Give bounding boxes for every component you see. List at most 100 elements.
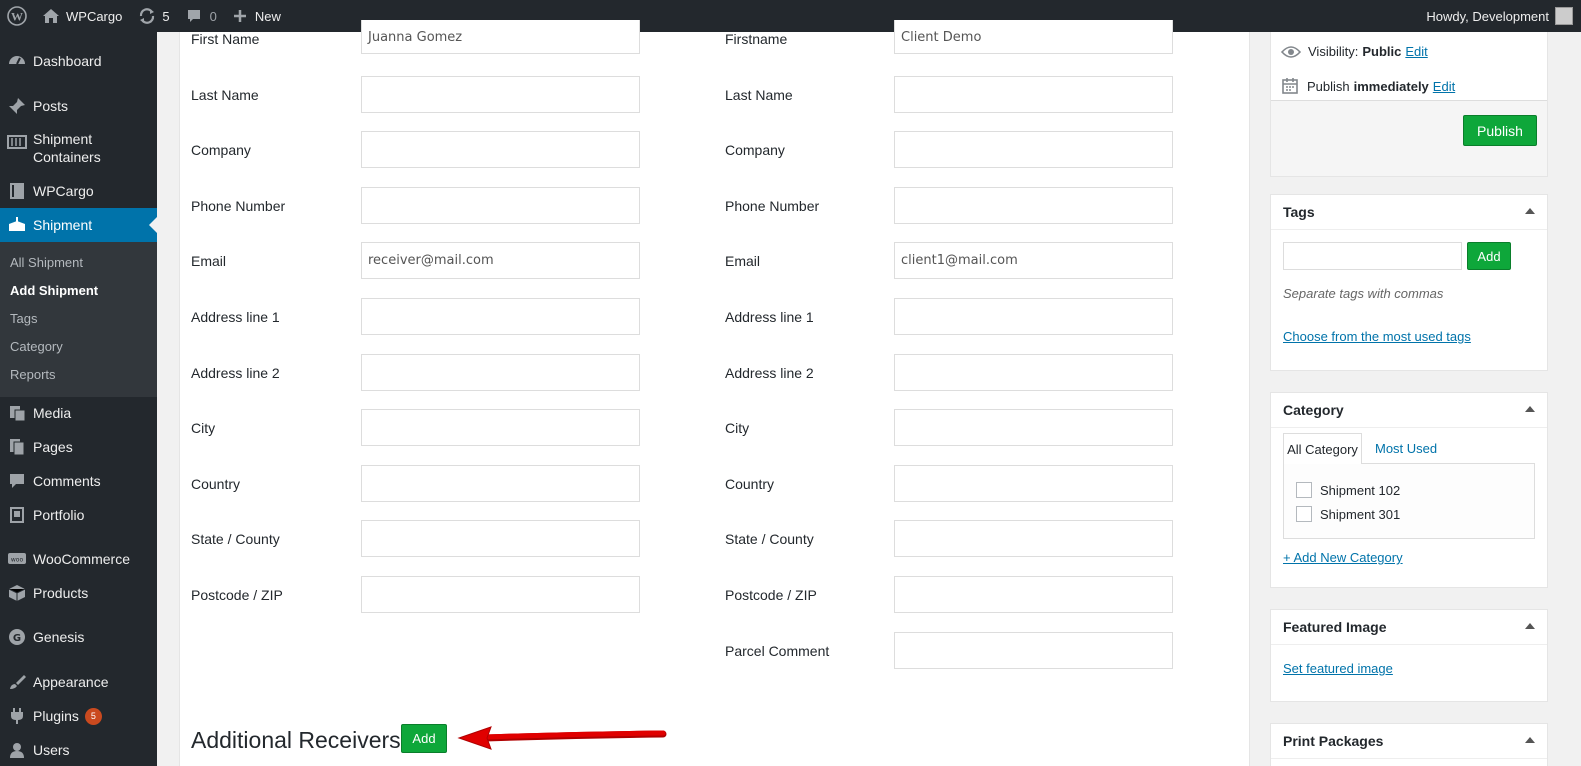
- site-name-link[interactable]: WPCargo: [34, 0, 130, 32]
- wordpress-logo-icon[interactable]: W: [0, 0, 34, 32]
- submenu-add-shipment[interactable]: Add Shipment: [10, 283, 98, 298]
- sidebar-item-pages[interactable]: Pages: [0, 430, 157, 464]
- sidebar-item-dashboard[interactable]: Dashboard: [0, 44, 157, 78]
- category-item[interactable]: Shipment 301: [1296, 506, 1400, 522]
- add-new-category-link[interactable]: + Add New Category: [1283, 550, 1403, 565]
- category-checkbox[interactable]: [1296, 482, 1312, 498]
- field-input[interactable]: [361, 298, 640, 335]
- field-label: Address line 2: [191, 364, 280, 381]
- publish-edit-link[interactable]: Edit: [1433, 79, 1455, 94]
- field-label: Country: [725, 475, 775, 492]
- account-menu[interactable]: Howdy, Development: [1418, 0, 1581, 32]
- collapse-arrow-icon[interactable]: [1525, 737, 1535, 743]
- field-input[interactable]: client1@mail.com: [894, 242, 1173, 280]
- field-input[interactable]: [894, 353, 1173, 391]
- sidebar-item-label: WooCommerce: [33, 551, 130, 567]
- add-tag-button[interactable]: Add: [1467, 242, 1511, 270]
- submenu-category[interactable]: Category: [10, 339, 63, 354]
- sidebar-item-posts[interactable]: Posts: [0, 89, 157, 123]
- genesis-icon: G: [0, 628, 33, 646]
- choose-most-used-tags-link[interactable]: Choose from the most used tags: [1283, 329, 1471, 344]
- sidebar-item-media[interactable]: Media: [0, 396, 157, 430]
- visibility-edit-link[interactable]: Edit: [1405, 44, 1427, 59]
- dashboard-icon: [0, 52, 33, 70]
- sidebar-item-users[interactable]: Users: [0, 733, 157, 766]
- set-featured-image-link[interactable]: Set featured image: [1283, 661, 1393, 676]
- print-packages-box: Print Packages: [1270, 723, 1548, 766]
- collapse-arrow-icon[interactable]: [1525, 208, 1535, 214]
- field-input[interactable]: [361, 131, 640, 169]
- sidebar-item-label: Portfolio: [33, 507, 85, 523]
- sidebar-item-wpcargo[interactable]: WPCargo: [0, 174, 157, 208]
- sidebar-item-portfolio[interactable]: Portfolio: [0, 498, 157, 532]
- field-input[interactable]: [361, 75, 640, 113]
- field-input[interactable]: [894, 464, 1173, 502]
- field-input[interactable]: [361, 353, 640, 391]
- book-icon: [0, 182, 33, 200]
- svg-text:woo: woo: [10, 557, 23, 564]
- collapse-arrow-icon[interactable]: [1525, 406, 1535, 412]
- field-input[interactable]: [361, 576, 640, 613]
- field-input[interactable]: [894, 576, 1173, 613]
- field-input[interactable]: [894, 131, 1173, 169]
- visibility-label: Visibility:: [1308, 44, 1359, 59]
- plugins-update-badge: 5: [84, 707, 102, 725]
- portfolio-icon: [0, 506, 33, 524]
- submenu-tags[interactable]: Tags: [10, 311, 37, 326]
- field-input[interactable]: Juanna Gomez: [361, 20, 640, 54]
- field-input[interactable]: receiver@mail.com: [361, 242, 640, 280]
- collapse-arrow-icon[interactable]: [1525, 623, 1535, 629]
- sidebar-item-products[interactable]: Products: [0, 576, 157, 610]
- category-checkbox[interactable]: [1296, 506, 1312, 522]
- admin-sidebar: Dashboard Posts Shipment Containers WPCa…: [0, 32, 157, 766]
- field-input[interactable]: [894, 75, 1173, 113]
- sidebar-item-label: Posts: [33, 98, 69, 114]
- field-label: Email: [191, 253, 227, 270]
- new-content-link[interactable]: New: [225, 0, 289, 32]
- field-input[interactable]: [361, 186, 640, 224]
- field-input[interactable]: [361, 464, 640, 502]
- sidebar-item-label: Products: [33, 585, 89, 601]
- publish-box: Visibility: Public Edit Publish immediat…: [1270, 32, 1548, 177]
- sidebar-item-woocommerce[interactable]: woo WooCommerce: [0, 542, 157, 576]
- sidebar-item-label: Media: [33, 405, 72, 421]
- updates-link[interactable]: 5: [130, 0, 177, 32]
- sidebar-item-comments[interactable]: Comments: [0, 464, 157, 498]
- field-input[interactable]: [894, 298, 1173, 335]
- sidebar-item-shipment[interactable]: Shipment: [0, 208, 157, 242]
- tab-all-category[interactable]: All Category: [1283, 433, 1362, 464]
- category-box: Category All Category Most Used Shipment…: [1270, 392, 1548, 588]
- field-label: Company: [191, 142, 251, 159]
- tags-box-title: Tags: [1283, 204, 1315, 220]
- sidebar-item-genesis[interactable]: G Genesis: [0, 620, 157, 654]
- print-packages-title: Print Packages: [1283, 733, 1384, 749]
- sidebar-item-label: Appearance: [33, 674, 109, 690]
- sidebar-item-appearance[interactable]: Appearance: [0, 665, 157, 699]
- featured-image-title: Featured Image: [1283, 619, 1387, 635]
- field-input[interactable]: [361, 520, 640, 558]
- refresh-icon: [140, 8, 155, 24]
- tag-input[interactable]: [1283, 242, 1462, 270]
- submenu-all-shipment[interactable]: All Shipment: [10, 255, 83, 270]
- submenu-reports[interactable]: Reports: [10, 367, 56, 382]
- sidebar-item-plugins[interactable]: Plugins 5: [0, 699, 157, 733]
- publish-label: Publish: [1307, 78, 1350, 94]
- comments-link[interactable]: 0: [178, 0, 225, 32]
- field-input[interactable]: [361, 409, 640, 447]
- sidebar-item-label: Shipment: [33, 131, 93, 147]
- sidebar-item-label: Pages: [33, 439, 73, 455]
- field-input[interactable]: [894, 186, 1173, 224]
- add-receiver-button[interactable]: Add: [401, 724, 447, 753]
- field-input[interactable]: [894, 520, 1173, 558]
- tab-most-used[interactable]: Most Used: [1375, 441, 1437, 456]
- field-label: City: [725, 420, 750, 437]
- field-input[interactable]: [894, 409, 1173, 447]
- publish-button[interactable]: Publish: [1463, 115, 1537, 146]
- category-item[interactable]: Shipment 102: [1296, 482, 1400, 498]
- sidebar-item-shipment-containers[interactable]: Shipment Containers: [0, 130, 157, 170]
- sidebar-item-label: Genesis: [33, 629, 85, 645]
- field-input[interactable]: [894, 631, 1173, 669]
- field-input[interactable]: Client Demo: [894, 20, 1173, 54]
- home-icon: [43, 9, 59, 23]
- field-label: State / County: [191, 531, 280, 548]
